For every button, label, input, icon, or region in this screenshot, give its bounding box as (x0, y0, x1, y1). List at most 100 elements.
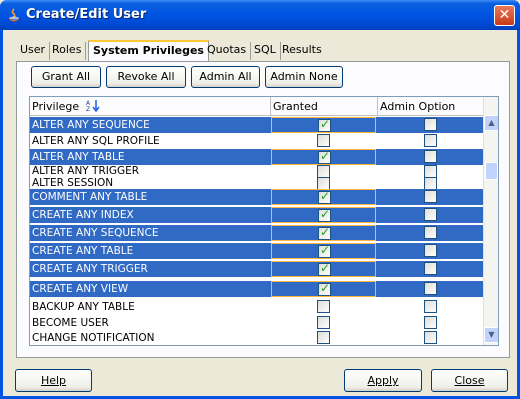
granted-checkbox[interactable] (318, 243, 331, 258)
granted-checkbox[interactable] (318, 189, 331, 204)
admin-option-checkbox[interactable] (424, 261, 437, 275)
privilege-name: CREATE ANY TRIGGER (32, 262, 148, 275)
granted-cell (271, 149, 376, 165)
privilege-name: ALTER SESSION (32, 177, 114, 189)
table-row[interactable]: CREATE ANY TRIGGER (30, 261, 485, 277)
granted-cell (271, 331, 376, 345)
granted-cell (271, 315, 376, 331)
table-row[interactable]: BECOME USER (30, 315, 485, 331)
table-row[interactable]: CREATE ANY INDEX (30, 207, 485, 223)
scroll-down-icon[interactable]: ▼ (484, 327, 498, 343)
revoke-all-button[interactable]: Revoke All (106, 66, 186, 88)
table-row[interactable]: ALTER ANY TABLE (30, 149, 485, 165)
granted-checkbox[interactable] (318, 281, 331, 296)
admin-option-checkbox[interactable] (424, 117, 437, 131)
granted-cell (271, 261, 376, 277)
privilege-name: ALTER ANY SQL PROFILE (32, 134, 160, 147)
admin-option-checkbox[interactable] (424, 165, 437, 177)
tab-sql[interactable]: SQL (250, 42, 281, 60)
granted-checkbox[interactable] (317, 299, 330, 313)
granted-cell (271, 243, 376, 259)
admin-option-checkbox[interactable] (424, 133, 437, 147)
granted-checkbox[interactable] (317, 315, 330, 329)
table-row[interactable]: COMMENT ANY TABLE (30, 189, 485, 205)
tab-bar: User Roles System Privileges Quotas SQL … (16, 40, 510, 62)
admin-option-column-header[interactable]: Admin Option (378, 97, 485, 116)
admin-option-checkbox[interactable] (424, 243, 437, 257)
window-title: Create/Edit User (26, 7, 147, 22)
svg-text:Z: Z (86, 106, 90, 112)
table-row[interactable]: ALTER ANY TRIGGER (30, 165, 485, 177)
granted-column-header[interactable]: Granted (271, 97, 378, 116)
tab-roles[interactable]: Roles (48, 42, 87, 60)
granted-checkbox[interactable] (318, 207, 331, 222)
granted-checkbox[interactable] (317, 177, 330, 189)
table-row[interactable]: BACKUP ANY TABLE (30, 299, 485, 315)
granted-checkbox[interactable] (317, 133, 330, 147)
close-button-label: Close (454, 374, 485, 387)
table-row[interactable]: ALTER SESSION (30, 177, 485, 189)
admin-option-checkbox[interactable] (424, 299, 437, 313)
help-button[interactable]: Help (15, 369, 92, 392)
close-button[interactable]: Close (431, 369, 508, 392)
granted-cell (271, 165, 376, 177)
tab-system-privileges[interactable]: System Privileges (88, 40, 209, 62)
granted-checkbox[interactable] (317, 165, 330, 177)
scrollbar-thumb[interactable] (485, 162, 498, 180)
table-row[interactable]: CREATE ANY VIEW (30, 281, 485, 297)
privilege-name: CHANGE NOTIFICATION (32, 331, 155, 344)
apply-button-label: Apply (367, 374, 399, 387)
tab-quotas[interactable]: Quotas (203, 42, 252, 60)
privileges-grid: Privilege A Z Granted Admin Option ALTER… (29, 96, 499, 346)
sort-az-icon[interactable]: A Z (86, 99, 102, 112)
apply-button[interactable]: Apply (344, 369, 422, 392)
privilege-header-label: Privilege (32, 100, 80, 113)
title-bar[interactable]: Create/Edit User ✕ (0, 0, 520, 30)
granted-checkbox[interactable] (317, 331, 330, 344)
granted-checkbox[interactable] (318, 225, 331, 240)
admin-option-checkbox[interactable] (424, 225, 437, 239)
table-row[interactable]: ALTER ANY SQL PROFILE (30, 133, 485, 149)
close-window-button[interactable]: ✕ (494, 5, 515, 26)
privilege-name: CREATE ANY TABLE (32, 244, 134, 257)
admin-option-checkbox[interactable] (424, 281, 437, 295)
granted-cell (271, 225, 376, 241)
admin-all-button[interactable]: Admin All (191, 66, 260, 88)
admin-option-checkbox[interactable] (424, 207, 437, 221)
admin-option-checkbox[interactable] (424, 315, 437, 329)
granted-checkbox[interactable] (318, 261, 331, 276)
privilege-name: ALTER ANY SEQUENCE (32, 118, 150, 131)
granted-cell (271, 177, 376, 189)
granted-checkbox[interactable] (318, 149, 331, 164)
help-button-label: Help (40, 374, 67, 387)
scroll-up-icon[interactable]: ▲ (484, 115, 498, 131)
privilege-name: BACKUP ANY TABLE (32, 300, 135, 313)
table-row[interactable]: CREATE ANY SEQUENCE (30, 225, 485, 241)
table-row[interactable]: ALTER ANY SEQUENCE (30, 117, 485, 133)
tab-results[interactable]: Results (278, 42, 326, 60)
table-row[interactable]: CHANGE NOTIFICATION (30, 331, 485, 345)
admin-option-checkbox[interactable] (424, 189, 437, 203)
privilege-toolbar: Grant All Revoke All Admin All Admin Non… (19, 66, 343, 90)
admin-none-button[interactable]: Admin None (265, 66, 343, 88)
dialog-window: Create/Edit User ✕ User Roles System Pri… (0, 0, 520, 399)
privilege-column-header[interactable]: Privilege A Z (30, 97, 271, 116)
admin-option-checkbox[interactable] (424, 177, 437, 189)
privilege-name: CREATE ANY SEQUENCE (32, 226, 159, 239)
granted-checkbox[interactable] (318, 117, 331, 132)
table-row[interactable]: CREATE ANY TABLE (30, 243, 485, 259)
privilege-name: ALTER ANY TRIGGER (32, 165, 140, 177)
admin-option-checkbox[interactable] (424, 149, 437, 163)
privilege-name: COMMENT ANY TABLE (32, 190, 148, 203)
grant-all-button[interactable]: Grant All (31, 66, 101, 88)
granted-cell (271, 281, 376, 297)
granted-cell (271, 189, 376, 205)
granted-cell (271, 207, 376, 223)
vertical-scrollbar[interactable]: ▲ ▼ (483, 97, 498, 345)
granted-cell (271, 117, 376, 133)
java-app-icon (9, 8, 19, 22)
privilege-name: ALTER ANY TABLE (32, 150, 125, 163)
tab-user[interactable]: User (16, 42, 51, 60)
admin-option-checkbox[interactable] (424, 331, 437, 344)
grid-header: Privilege A Z Granted Admin Option (30, 97, 485, 116)
